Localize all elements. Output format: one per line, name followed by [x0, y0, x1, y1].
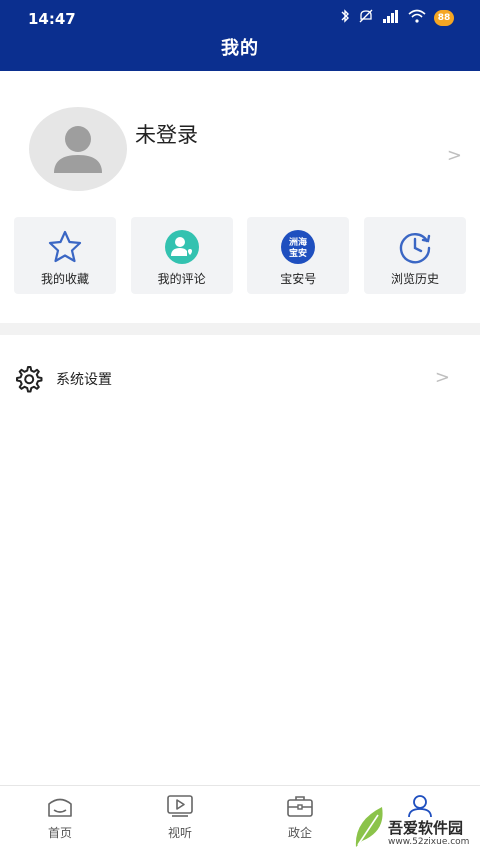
battery-indicator: 88: [434, 10, 454, 26]
chevron-right-icon[interactable]: >: [447, 145, 462, 166]
profile-section[interactable]: 未登录 >: [0, 71, 480, 211]
signal-icon: [382, 9, 400, 27]
app-header: 14:47 88 我的: [0, 0, 480, 71]
login-status-label[interactable]: 未登录: [135, 119, 198, 149]
tile-history[interactable]: 浏览历史: [363, 217, 466, 294]
comment-user-icon: [164, 230, 199, 264]
video-play-icon: [167, 795, 193, 817]
nav-item-home[interactable]: 首页: [30, 794, 90, 841]
bluetooth-icon: [340, 9, 350, 27]
tile-baoan-account[interactable]: 洲海 宝安 宝安号: [247, 217, 350, 294]
star-icon: [48, 230, 82, 263]
wifi-icon: [408, 9, 426, 27]
tile-label: 浏览历史: [390, 272, 439, 286]
watermark: 吾爱软件园 www.52zixue.com: [352, 795, 480, 853]
section-divider: [0, 323, 480, 335]
tile-comments[interactable]: 我的评论: [130, 217, 233, 294]
watermark-url: www.52zixue.com: [388, 837, 470, 847]
tile-label: 宝安号: [280, 272, 317, 286]
gear-icon: [16, 366, 43, 393]
page-title: 我的: [221, 38, 259, 59]
history-clock-icon: [399, 233, 431, 264]
chevron-right-icon: >: [434, 367, 450, 388]
leaf-logo-icon: [355, 807, 383, 847]
nav-label: 首页: [47, 826, 72, 840]
status-icons: 88: [340, 9, 454, 27]
status-time: 14:47: [28, 10, 76, 28]
avatar[interactable]: [29, 107, 127, 191]
nav-item-government[interactable]: 政企: [270, 794, 330, 841]
settings-row[interactable]: 系统设置 >: [0, 356, 480, 400]
tile-label: 我的收藏: [40, 272, 89, 286]
nav-label: 政企: [287, 826, 312, 840]
watermark-brand: 吾爱软件园: [388, 819, 464, 837]
briefcase-icon: [287, 796, 313, 817]
nav-item-video[interactable]: 视听: [150, 794, 210, 841]
mute-icon: [358, 9, 374, 27]
baoan-logo-icon: 洲海 宝安: [281, 230, 316, 264]
tile-favorites[interactable]: 我的收藏: [14, 217, 116, 294]
settings-label: 系统设置: [56, 372, 112, 388]
home-icon: [48, 798, 72, 817]
quick-actions: 我的收藏 我的评论 洲海 宝安 宝安号 浏览历史: [14, 217, 466, 294]
logo-text-top: 洲海: [289, 236, 307, 248]
logo-text-bottom: 宝安: [289, 247, 307, 259]
nav-label: 视听: [167, 826, 192, 840]
user-silhouette-icon: [54, 126, 102, 173]
tile-label: 我的评论: [157, 272, 206, 286]
